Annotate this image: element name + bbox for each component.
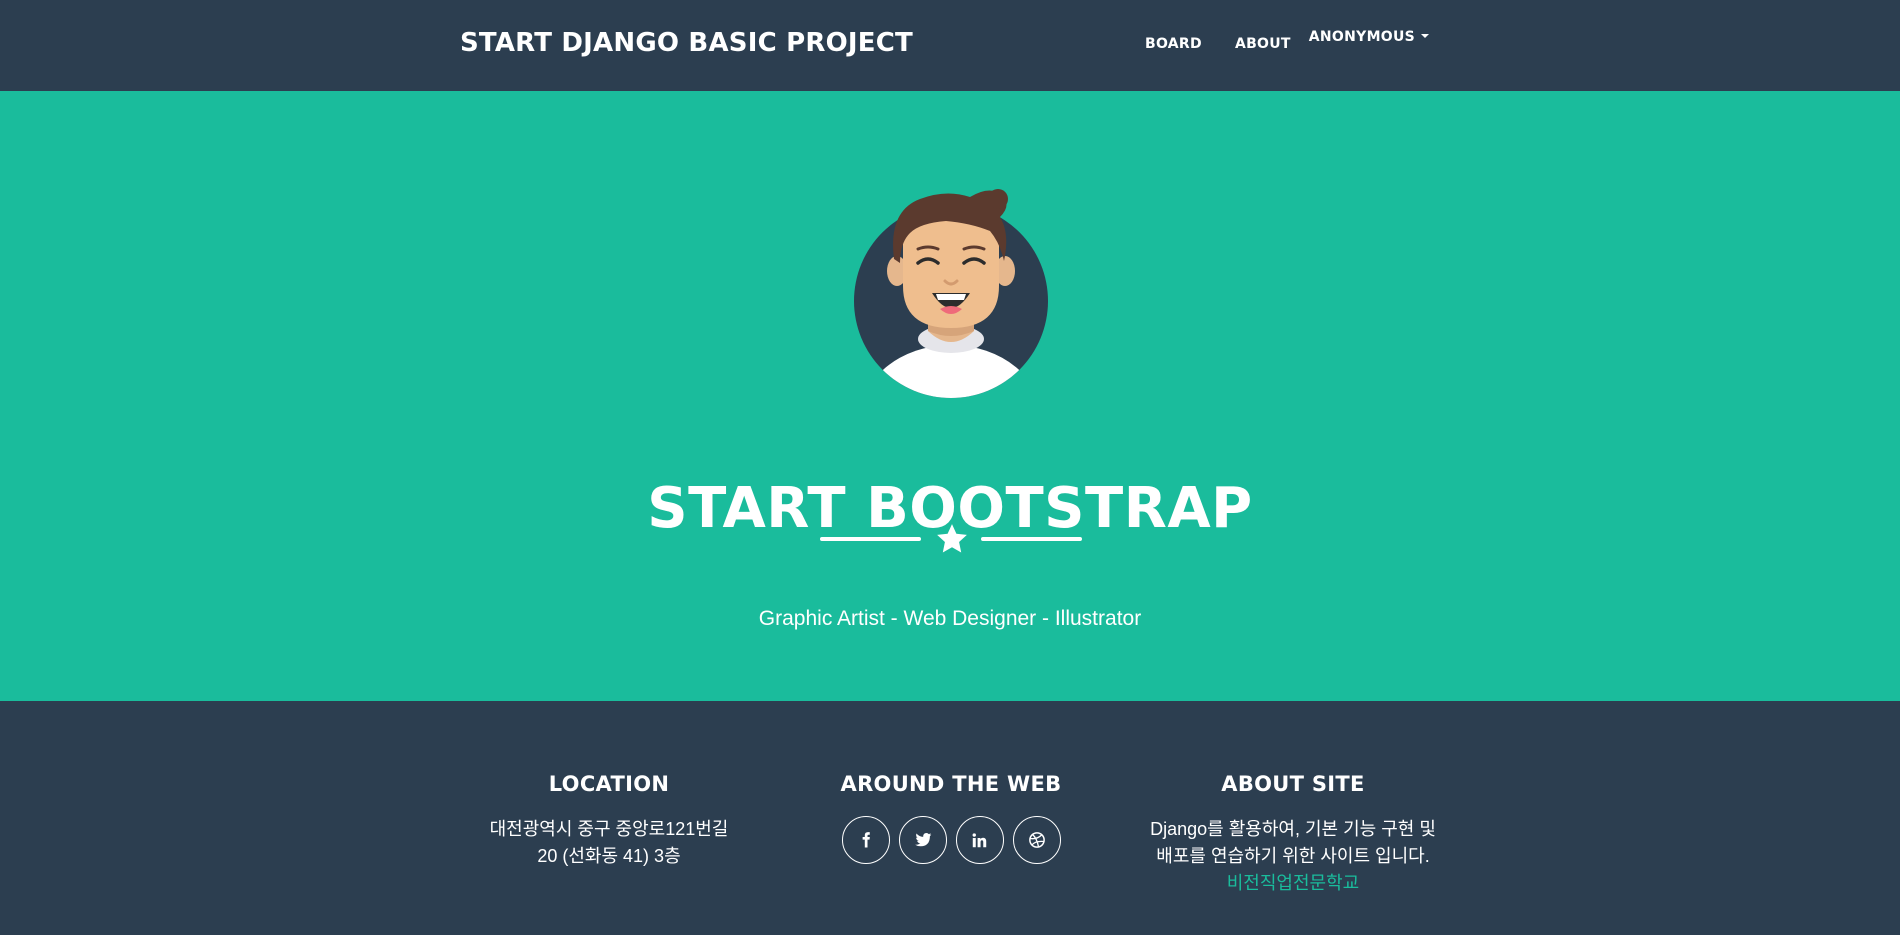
facebook-button[interactable] [841,816,890,865]
dribbble-icon [1028,832,1045,848]
linkedin-icon [972,832,987,847]
nav-link-board[interactable]: BOARD [1130,28,1216,60]
masthead: START BOOTSTRAP Graphic Artist - Web Des… [0,91,1900,701]
footer-location-heading: LOCATION [548,772,670,796]
footer-about-heading: ABOUT SITE [1221,772,1365,796]
footer-web-heading: AROUND THE WEB [840,772,1062,796]
nav-links: BOARD ABOUT ANONYMOUS [1130,28,1434,60]
school-link[interactable]: 비전직업전문학교 [1227,873,1359,893]
dribbble-button[interactable] [1012,816,1061,865]
masthead-subheading: Graphic Artist - Web Designer - Illustra… [758,607,1142,630]
avatar-icon [854,189,1048,398]
navbar: START DJANGO BASIC PROJECT BOARD ABOUT A… [0,0,1900,91]
address-line-1: 대전광역시 중구 중앙로121번길 [489,819,729,840]
nav-link-about[interactable]: ABOUT [1220,28,1305,60]
footer-location: LOCATION 대전광역시 중구 중앙로121번길 20 (선화동 41) 3… [439,772,779,870]
footer-location-address: 대전광역시 중구 중앙로121번길 20 (선화동 41) 3층 [439,816,779,870]
about-line-2: 배포를 연습하기 위한 사이트 입니다. [1156,846,1430,867]
twitter-icon [914,833,931,847]
social-links [781,816,1121,865]
divider-line-left [820,537,921,541]
user-dropdown-label: ANONYMOUS [1308,29,1416,45]
linkedin-button[interactable] [955,816,1004,865]
navbar-brand[interactable]: START DJANGO BASIC PROJECT [460,28,913,58]
about-line-1: Django를 활용하여, 기본 기능 구현 및 [1150,819,1436,840]
footer-about: ABOUT SITE Django를 활용하여, 기본 기능 구현 및 배포를 … [1123,772,1463,897]
divider-line-right [981,537,1082,541]
footer-around-web: AROUND THE WEB [781,772,1121,865]
footer: LOCATION 대전광역시 중구 중앙로121번길 20 (선화동 41) 3… [0,701,1900,935]
star-divider [820,522,1082,556]
user-dropdown-toggle[interactable]: ANONYMOUS [1305,28,1434,53]
facebook-icon [862,832,870,848]
address-line-2: 20 (선화동 41) 3층 [537,846,681,867]
caret-down-icon [1421,34,1430,38]
footer-about-text: Django를 활용하여, 기본 기능 구현 및 배포를 연습하기 위한 사이트… [1123,816,1463,897]
twitter-button[interactable] [898,816,947,865]
star-icon [937,524,967,553]
